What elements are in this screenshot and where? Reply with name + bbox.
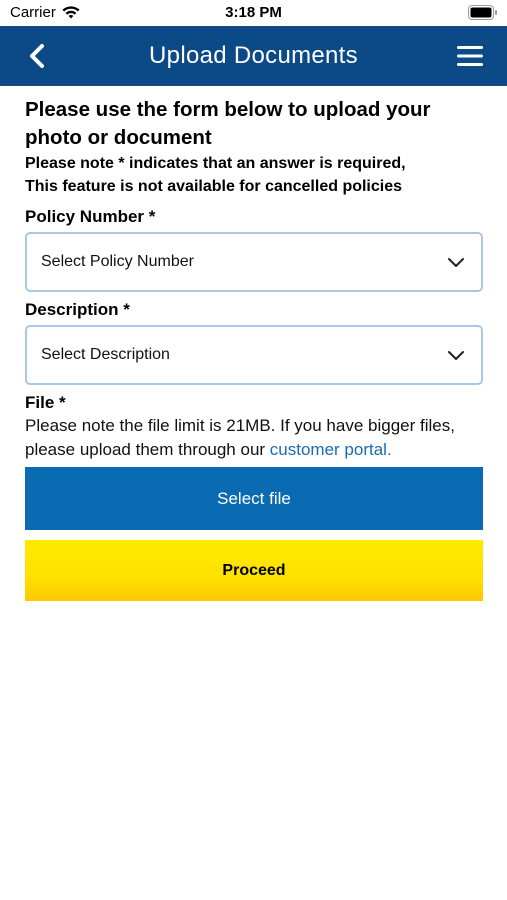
policy-number-select[interactable]: Select Policy Number	[25, 232, 483, 292]
app-header: Upload Documents	[0, 26, 507, 86]
page-title: Upload Documents	[149, 42, 358, 69]
form-heading: Please use the form below to upload your…	[25, 98, 431, 149]
description-value: Select Description	[41, 346, 170, 363]
chevron-down-icon	[448, 258, 464, 267]
battery-icon	[468, 5, 497, 20]
menu-button[interactable]	[455, 44, 485, 68]
cancelled-policies-note: This feature is not available for cancel…	[25, 178, 403, 195]
policy-number-value: Select Policy Number	[41, 253, 194, 270]
upload-form: Please use the form below to upload your…	[25, 96, 483, 601]
menu-icon	[457, 46, 483, 66]
description-label: Description *	[25, 300, 130, 319]
file-limit-note: Please note the file limit is 21MB. If y…	[25, 414, 483, 462]
policy-number-label: Policy Number *	[25, 207, 156, 226]
customer-portal-link[interactable]: customer portal.	[270, 440, 392, 459]
proceed-button[interactable]: Proceed	[25, 540, 483, 601]
chevron-down-icon	[448, 351, 464, 360]
status-bar: Carrier 3:18 PM	[0, 0, 507, 26]
required-note: Please note * indicates that an answer i…	[25, 155, 406, 172]
file-label: File *	[25, 393, 66, 412]
clock-time: 3:18 PM	[225, 4, 282, 21]
description-select[interactable]: Select Description	[25, 325, 483, 385]
select-file-button[interactable]: Select file	[25, 467, 483, 530]
